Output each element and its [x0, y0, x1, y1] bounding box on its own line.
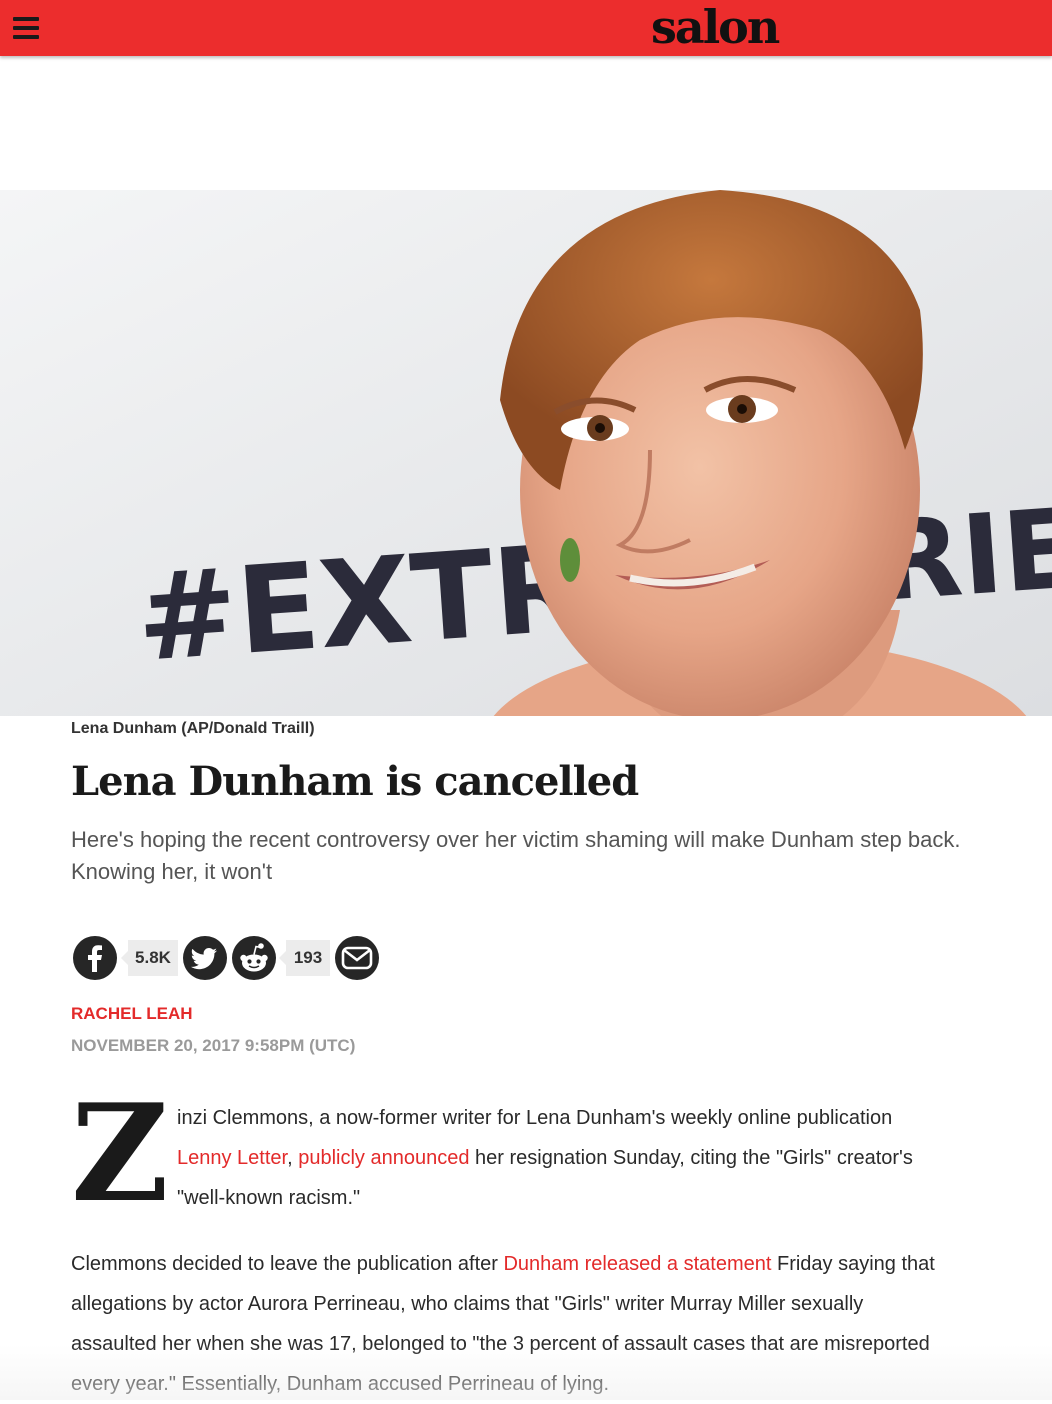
facebook-share-button[interactable]	[73, 936, 117, 980]
email-icon	[341, 946, 373, 970]
top-bar: salon	[0, 0, 1052, 56]
lenny-letter-link[interactable]: Lenny Letter	[177, 1147, 287, 1169]
site-logo[interactable]: salon	[651, 1, 780, 53]
menu-icon[interactable]	[13, 17, 39, 39]
publicly-announced-link[interactable]: publicly announced	[298, 1147, 469, 1169]
twitter-icon	[190, 948, 217, 970]
facebook-icon	[88, 945, 102, 972]
facebook-share-count: 5.8K	[121, 940, 178, 976]
article-paragraph-1: inzi Clemmons, a now-former writer for L…	[177, 1098, 937, 1218]
article-dek: Here's hoping the recent controversy ove…	[71, 827, 961, 884]
reddit-share-button[interactable]	[232, 936, 276, 980]
publish-date: NOVEMBER 20, 2017 9:58PM (UTC)	[71, 1036, 356, 1055]
drop-cap: Z	[71, 1074, 169, 1232]
paragraph-text: ,	[287, 1147, 299, 1169]
bottom-fade	[0, 1344, 1052, 1400]
twitter-share-button[interactable]	[183, 936, 227, 980]
reddit-share-count: 193	[279, 940, 330, 976]
email-share-button[interactable]	[335, 936, 379, 980]
author-name[interactable]: RACHEL LEAH	[71, 1004, 193, 1024]
paragraph-text: Clemmons decided to leave the publicatio…	[71, 1253, 504, 1275]
image-caption: Lena Dunham (AP/Donald Traill)	[71, 720, 315, 737]
reddit-icon	[240, 943, 268, 972]
hero-image: #EXTRA RIES	[0, 190, 1052, 716]
article-title: Lena Dunham is cancelled	[71, 758, 639, 805]
dunham-statement-link[interactable]: Dunham released a statement	[503, 1253, 771, 1275]
paragraph-text: inzi Clemmons, a now-former writer for L…	[177, 1107, 893, 1129]
